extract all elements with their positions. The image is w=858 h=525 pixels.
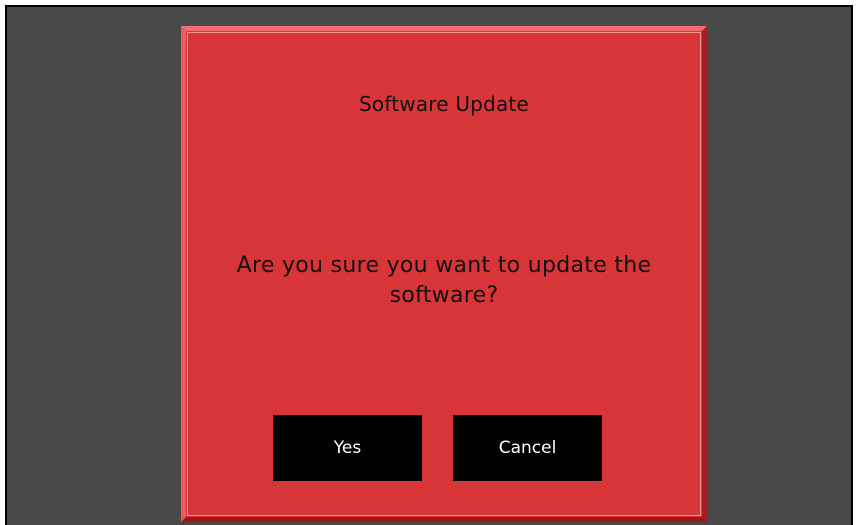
yes-button[interactable]: Yes — [273, 415, 422, 481]
cancel-button[interactable]: Cancel — [453, 415, 602, 481]
dialog-message: Are you sure you want to update the soft… — [236, 253, 652, 308]
software-update-dialog: Software Update Are you sure you want to… — [181, 26, 707, 522]
dialog-title: Software Update — [359, 92, 529, 116]
device-screen: Software Update Are you sure you want to… — [5, 5, 853, 525]
